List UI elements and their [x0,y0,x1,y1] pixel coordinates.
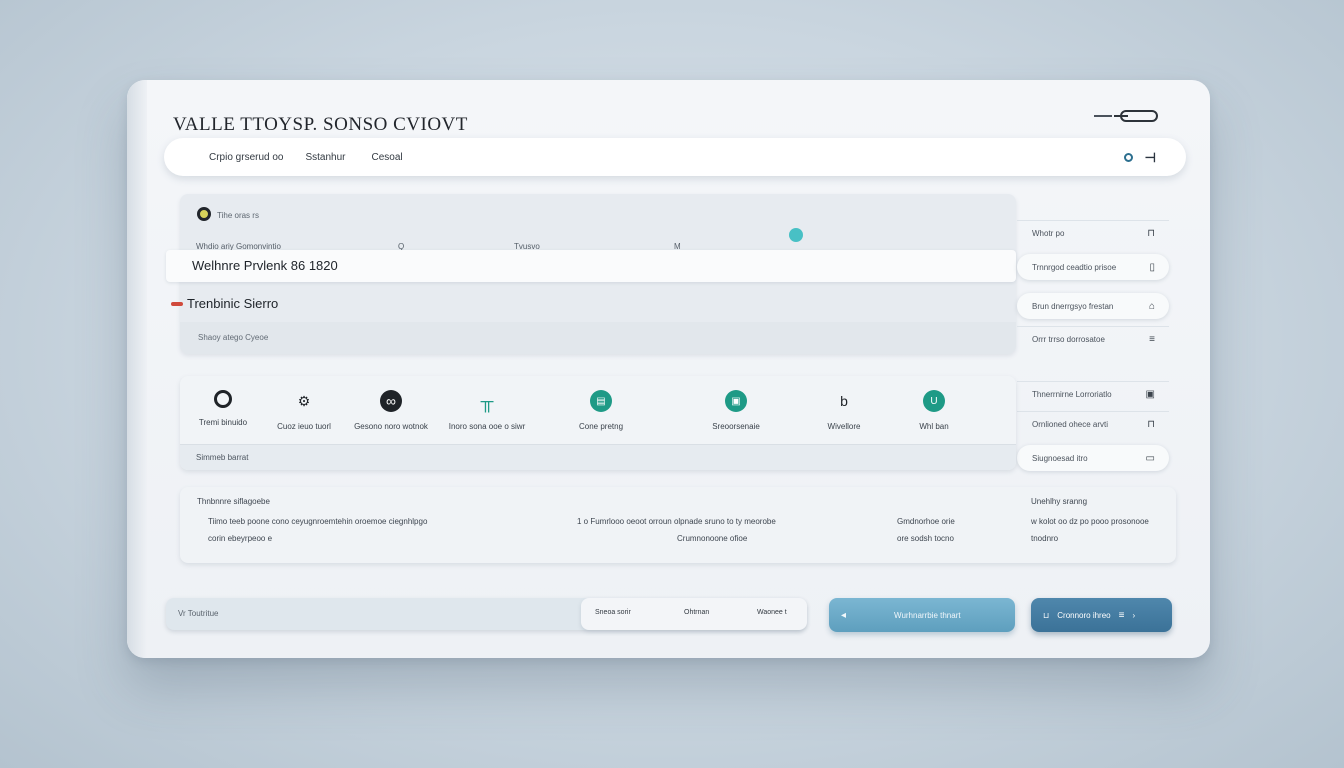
sidebar-item-label: Thnerrnirne Lorroriatlo [1032,390,1112,399]
export-icon[interactable]: ⊣ [1145,151,1156,164]
sidebar-item-label: Brun dnerrgsyo frestan [1032,301,1114,311]
document-icon: ▤ [590,390,612,412]
sidebar-item-label: Trnnrgod ceadtio prisoe [1032,262,1117,272]
primary-button[interactable]: ⊔ Cronnoro ihreo ≡ › [1031,598,1172,632]
window-controls [1094,110,1158,122]
tool-button[interactable]: ╥ Inoro sona ooe o siwr [442,390,532,432]
nav-tab[interactable]: Cesoal [372,152,403,163]
sidebar-item[interactable]: Trnnrgod ceadtio prisoe ▯ [1017,254,1169,280]
tool-button[interactable]: ⚙ Cuoz ieuo tuorl [259,390,349,432]
segment-option[interactable]: Ohtrnan [684,609,709,616]
menu-icon: ≡ [1118,609,1125,621]
tool-palette-footer: Simmeb barrat [180,444,1016,470]
tool-button[interactable]: ▤ Cone pretng [556,390,646,431]
segment-option[interactable]: Sneoa sorir [595,609,631,616]
logo-icon [197,207,211,221]
home-icon: ⌂ [1148,300,1155,312]
section-heading: Trenbinic Sierro [171,296,278,311]
minimize-icon[interactable] [1094,115,1112,117]
info-panel: Thnbnnre siflagoebe Tiimo teeb poone con… [180,487,1176,563]
sidebar-item-label: Siugnoesad itro [1032,453,1088,463]
secondary-button-label: Wurhnarrbie thnart [894,610,961,620]
list-icon: ≡ [1149,334,1155,345]
secondary-button[interactable]: ◂ Wurhnarrbie thnart [829,598,1015,632]
gear-icon [214,390,232,408]
info-text: w kolot oo dz po pooo prosonooe [1031,517,1149,526]
record-title-row[interactable]: Welhnre Prvlenk 86 1820 [166,250,1016,282]
tool-button[interactable]: U Whl ban [889,390,979,431]
app-title: VALLE TTOYSP. SONSO CVIOVT [173,114,468,135]
sidebar-item[interactable]: Ornlioned ohece arvti ⊓ [1017,411,1169,437]
top-actions: ⊣ [1123,151,1156,164]
footer-caption: Simmeb barrat [196,453,249,462]
record-title: Welhnre Prvlenk 86 1820 [192,258,338,273]
nav-tab[interactable]: Crpio grserud oo [209,152,283,163]
sidebar-item[interactable]: Whotr po ⊓ [1017,220,1169,246]
tool-label: Wivellore [827,422,861,431]
primary-button-label: Cronnoro ihreo [1057,610,1111,620]
grid-icon: ▣ [1145,389,1155,400]
info-heading: Thnbnnre siflagoebe [197,497,270,506]
tool-label: Gesono noro wotnok [354,422,428,431]
sidebar-item[interactable]: Siugnoesad itro ▭ [1017,445,1169,471]
tool-label: Cuoz ieuo tuorl [277,422,331,431]
tool-label: Tremi binuido [198,418,248,427]
clipboard-icon: ▣ [725,390,747,412]
tool-label: Sreoorsenaie [712,422,760,431]
search-icon[interactable] [1123,152,1133,162]
sidebar-item[interactable]: Brun dnerrgsyo frestan ⌂ [1017,293,1169,319]
cup-icon: U [923,390,945,412]
hook-icon: b [840,393,848,409]
link-icon: ∞ [380,390,402,412]
toggle-icon[interactable] [1114,110,1158,122]
status-indicator [789,228,803,242]
panel-subtitle: Tihe oras rs [217,211,259,220]
tool-button[interactable]: Tremi binuido [178,390,268,427]
sidebar-item-label: Orrr trrso dorrosatoe [1032,335,1105,344]
chevron-left-icon: ◂ [841,609,847,621]
sidebar-item[interactable]: Orrr trrso dorrosatoe ≡ [1017,326,1169,352]
segmented-control: Sneoa sorir Ohtrnan Waonee t [581,598,807,630]
sidebar-item-label: Whotr po [1032,229,1065,238]
marker-icon [171,301,183,306]
panel-icon: ▯ [1149,261,1155,273]
tool-button[interactable]: ▣ Sreoorsenaie [691,390,781,431]
window-icon: ⊓ [1147,419,1155,430]
segment-option[interactable]: Waonee t [757,609,787,616]
info-heading: Unehlhy sranng [1031,497,1088,506]
info-text: Crumnonoone ofioe [677,534,748,543]
tool-label: Inoro sona ooe o siwr [448,422,526,431]
tool-button[interactable]: b Wivellore [799,390,889,431]
tool-label: Whl ban [919,422,949,431]
bracket-icon: ⊔ [1043,610,1050,620]
info-text: Gmdnorhoe orie [897,517,955,526]
sidebar-item-label: Ornlioned ohece arvti [1032,420,1109,429]
section-name: Trenbinic Sierro [187,296,279,311]
top-nav-bar: Crpio grserud oo Sstanhur Cesoal ⊣ [164,138,1186,176]
settings-icon: ⚙ [297,392,311,409]
window-icon: ⊓ [1147,228,1155,239]
info-text: ore sodsh tocno [897,534,954,543]
info-text: corin ebeyrpeoo e [208,534,273,543]
tool-button[interactable]: ∞ Gesono noro wotnok [346,390,436,431]
bottom-bar: Vr Toutritue Sneoa sorir Ohtrnan Waonee … [166,598,807,630]
tool-label: Cone pretng [578,422,624,431]
info-text: Tiimo teeb poone cono ceyugnroemtehin or… [208,517,428,526]
info-text: tnodnro [1031,534,1059,543]
bottom-hint: Vr Toutritue [178,609,219,618]
app-window: VALLE TTOYSP. SONSO CVIOVT Crpio grserud… [127,80,1210,658]
info-text: 1 o Fumrlooo oeoot orroun olpnade sruno … [577,517,776,526]
sub-row: Shaoy atego Cyeoe [180,322,1016,354]
nav-tab[interactable]: Sstanhur [305,152,345,163]
sub-caption: Shaoy atego Cyeoe [198,333,269,342]
chevron-right-icon: › [1132,610,1136,620]
table-icon: ╥ [480,390,494,411]
sidebar-item[interactable]: Thnerrnirne Lorroriatlo ▣ [1017,381,1169,407]
window-icon: ▭ [1145,452,1155,464]
